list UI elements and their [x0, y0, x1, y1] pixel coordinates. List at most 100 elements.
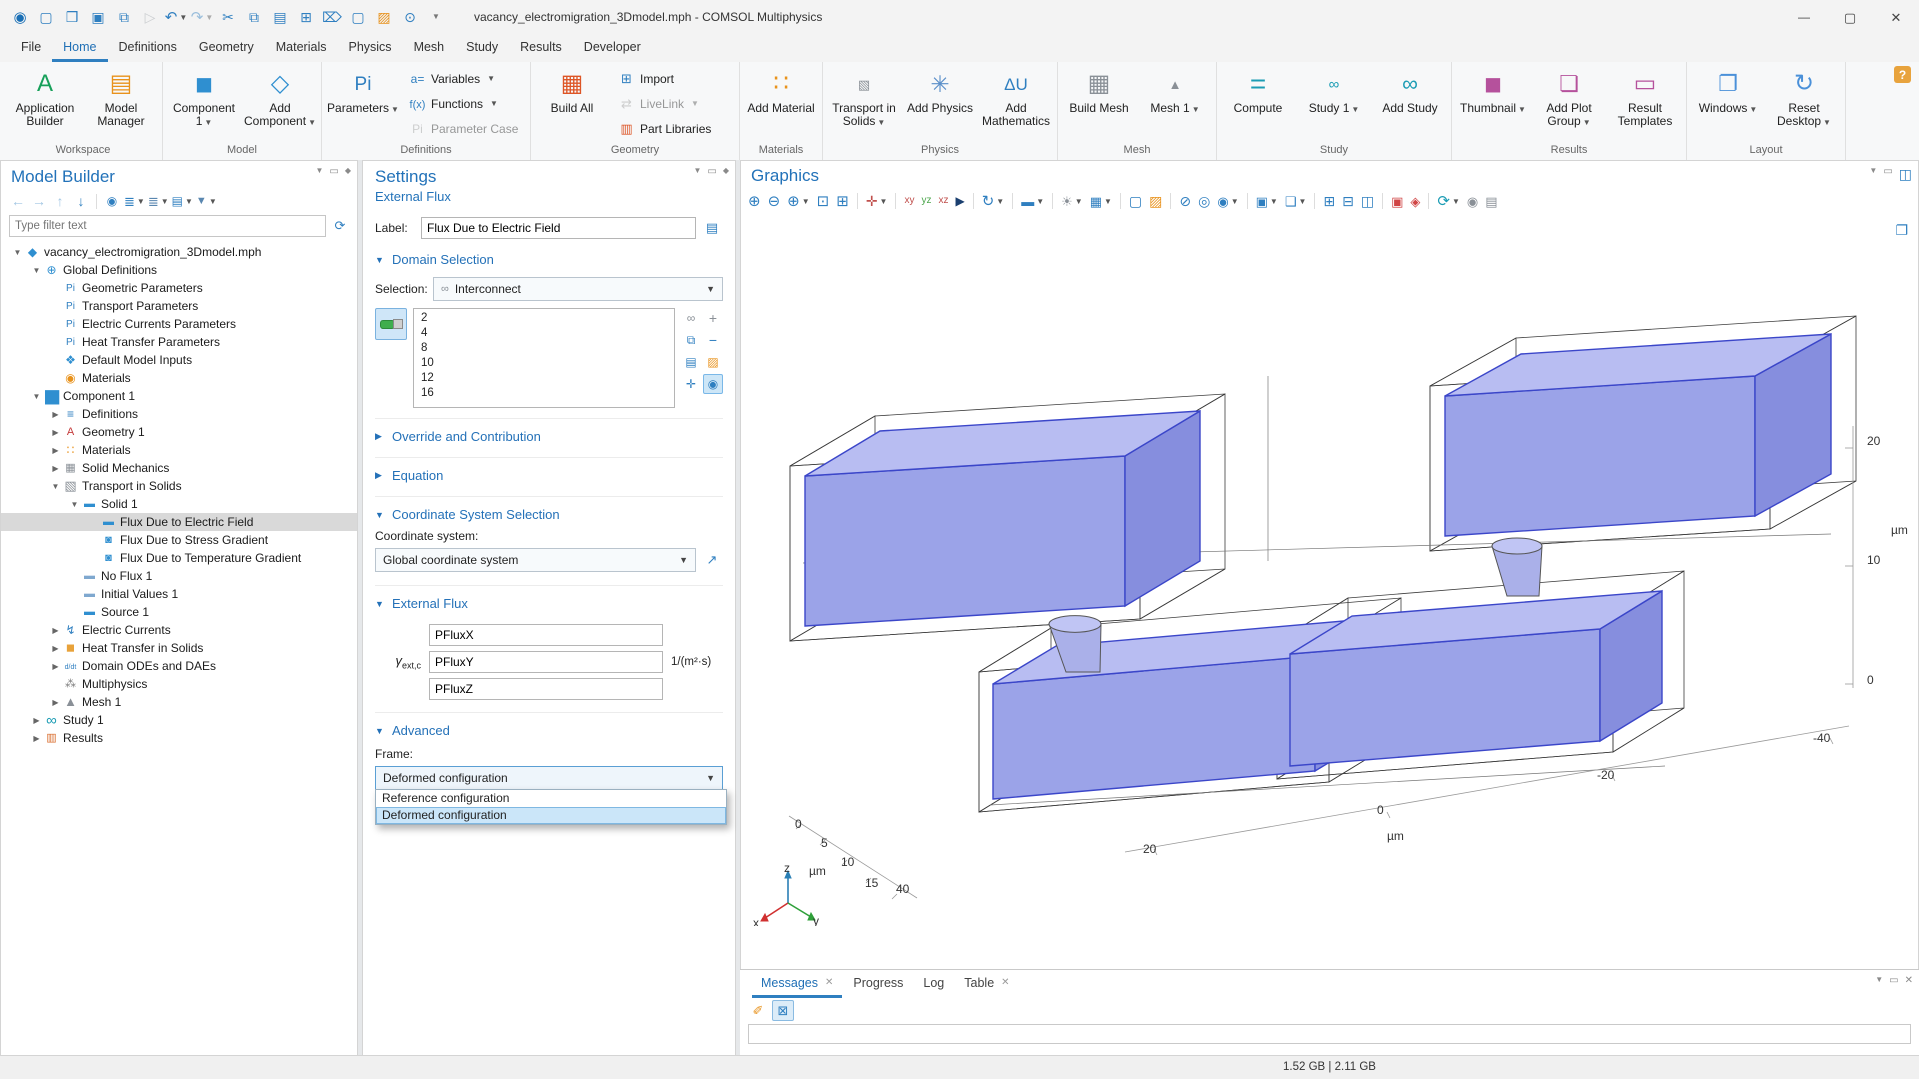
ribbon-button-component-1[interactable]: ◼Component 1▼ [166, 64, 242, 143]
create-selection-button[interactable]: ∞ [681, 308, 701, 328]
frame-combo[interactable]: Deformed configuration ▼ [375, 766, 723, 790]
pin-icon[interactable]: ◆ [723, 167, 729, 177]
expander-closed-icon[interactable]: ▶ [30, 734, 43, 743]
hide-objects-button[interactable]: ⊘ [1176, 191, 1194, 212]
zoom-to-selection-button[interactable]: ✛ [681, 374, 701, 394]
ribbon-button-build-mesh[interactable]: ▦Build Mesh [1061, 64, 1137, 143]
menu-item-file[interactable]: File [10, 35, 52, 62]
nav-back-button[interactable]: ← [9, 191, 27, 211]
remove-selection-button[interactable]: − [703, 330, 723, 350]
tree-item-global-definitions[interactable]: ▼⊕Global Definitions [1, 261, 357, 279]
pin-icon[interactable]: ◆ [345, 167, 351, 177]
flux-field-pfluxx[interactable] [429, 624, 663, 646]
tree-item-geometric-parameters[interactable]: PiGeometric Parameters [1, 279, 357, 297]
save-button[interactable]: ▣ [86, 5, 110, 29]
redo-button[interactable]: ↷▼ [190, 5, 214, 29]
ribbon-button-add-mathematics[interactable]: ΔUAdd Mathematics [978, 64, 1054, 143]
ribbon-button-add-material[interactable]: ∷Add Material [743, 64, 819, 143]
ribbon-button-compute[interactable]: =Compute [1220, 64, 1296, 143]
panel-menu-icon[interactable]: ▼ [1875, 976, 1883, 986]
split-window-icon[interactable]: ◫ [1899, 167, 1912, 181]
zoom-box-button[interactable]: ⊕▼ [784, 191, 813, 212]
expander-closed-icon[interactable]: ▶ [49, 464, 62, 473]
show-message-window-button[interactable]: ⊠ [772, 1000, 794, 1021]
panel-menu-icon[interactable]: ▼ [693, 167, 701, 177]
select-color-button[interactable]: ▣ [1388, 191, 1406, 212]
section-header-advanced[interactable]: ▼ Advanced [375, 715, 723, 743]
refresh-filter-icon[interactable]: ⟳ [331, 216, 349, 236]
close-tab-icon[interactable]: ✕ [825, 971, 833, 995]
frame-option-reference-configuration[interactable]: Reference configuration [376, 790, 726, 807]
section-header-external-flux[interactable]: ▼ External Flux [375, 588, 723, 616]
deselect-objects-button[interactable]: ▨ [1146, 191, 1165, 212]
menu-item-home[interactable]: Home [52, 35, 107, 62]
flux-field-pfluxy[interactable] [429, 651, 663, 673]
reset-hiding-button[interactable]: ◎ [1195, 191, 1213, 212]
expander-closed-icon[interactable]: ▶ [49, 626, 62, 635]
active-toggle-button[interactable] [375, 308, 407, 340]
tree-item-materials[interactable]: ▶∷Materials [1, 441, 357, 459]
split-window-button[interactable]: ◫ [1358, 191, 1377, 212]
detach-icon[interactable]: ▭ [329, 167, 338, 177]
panel-menu-icon[interactable]: ▼ [1869, 167, 1877, 181]
nav-forward-button[interactable]: → [30, 191, 48, 211]
ribbon-button-import[interactable]: ⊞Import [614, 69, 732, 89]
domain-list-item[interactable]: 2 [414, 311, 674, 326]
add-plot-window-button[interactable]: ⊞ [1320, 191, 1338, 212]
expander-closed-icon[interactable]: ▶ [49, 662, 62, 671]
frame-option-deformed-configuration[interactable]: Deformed configuration [376, 807, 726, 824]
ribbon-button-application-builder[interactable]: AApplication Builder [7, 64, 83, 143]
tree-item-flux-due-to-stress-gradient[interactable]: ◙Flux Due to Stress Gradient [1, 531, 357, 549]
tree-item-transport-parameters[interactable]: PiTransport Parameters [1, 297, 357, 315]
menu-item-developer[interactable]: Developer [573, 35, 652, 62]
clear-selection-button[interactable]: ▨ [372, 5, 396, 29]
ribbon-button-result-templates[interactable]: ▭Result Templates [1607, 64, 1683, 143]
menu-item-geometry[interactable]: Geometry [188, 35, 265, 62]
ribbon-button-add-physics[interactable]: ✳Add Physics [902, 64, 978, 143]
camera-snapshot-button[interactable]: ◉ [1464, 191, 1481, 212]
tree-item-default-model-inputs[interactable]: ❖Default Model Inputs [1, 351, 357, 369]
tree-item-flux-due-to-temperature-gradient[interactable]: ◙Flux Due to Temperature Gradient [1, 549, 357, 567]
section-header-override[interactable]: ▶ Override and Contribution [375, 421, 723, 449]
tree-item-domain-odes-and-daes[interactable]: ▶d/dtDomain ODEs and DAEs [1, 657, 357, 675]
domain-list-item[interactable]: 8 [414, 341, 674, 356]
domain-list-item[interactable]: 10 [414, 356, 674, 371]
open-file-button[interactable]: ❒ [60, 5, 84, 29]
expander-closed-icon[interactable]: ▶ [49, 410, 62, 419]
domain-list-item[interactable]: 12 [414, 371, 674, 386]
scene-camera-button[interactable]: ▶ [952, 191, 967, 212]
help-button[interactable]: ? [1894, 66, 1911, 83]
close-button[interactable]: ✕ [1873, 0, 1919, 34]
menu-item-results[interactable]: Results [509, 35, 573, 62]
move-down-button[interactable]: ↓ [72, 191, 90, 211]
tree-item-flux-due-to-electric-field[interactable]: ▬Flux Due to Electric Field [1, 513, 357, 531]
tree-item-electric-currents[interactable]: ▶↯Electric Currents [1, 621, 357, 639]
tree-item-source-1[interactable]: ▬Source 1 [1, 603, 357, 621]
move-up-button[interactable]: ↑ [51, 191, 69, 211]
add-selection-button[interactable]: + [703, 308, 723, 328]
zoom-selected-button[interactable]: ⊞ [833, 191, 852, 212]
section-header-domain-selection[interactable]: ▼ Domain Selection [375, 244, 723, 272]
tree-item-heat-transfer-parameters[interactable]: PiHeat Transfer Parameters [1, 333, 357, 351]
expander-open-icon[interactable]: ▼ [68, 500, 81, 509]
expander-closed-icon[interactable]: ▶ [49, 446, 62, 455]
detach-icon[interactable]: ▭ [1883, 167, 1892, 181]
ribbon-button-build-all[interactable]: ▦Build All [534, 64, 610, 143]
zoom-extents-button[interactable]: ⊡ [814, 191, 833, 212]
paste-button[interactable]: ▤ [268, 5, 292, 29]
image-snapshot-button[interactable]: ▣▼ [1253, 191, 1281, 212]
run-button[interactable]: ▷ [138, 5, 162, 29]
view-xy-button[interactable]: xy [901, 191, 917, 212]
close-tab-icon[interactable]: ✕ [1905, 976, 1913, 986]
filter-button[interactable]: ▼▼ [196, 191, 217, 211]
detach-icon[interactable]: ▭ [1889, 976, 1898, 986]
expander-open-icon[interactable]: ▼ [30, 266, 43, 275]
section-header-coordinate-system[interactable]: ▼ Coordinate System Selection [375, 499, 723, 527]
copy-button[interactable]: ⧉ [242, 5, 266, 29]
ribbon-button-livelink[interactable]: ⇄LiveLink▼ [614, 94, 732, 114]
rotate-view-button[interactable]: ↻▼ [979, 191, 1008, 212]
select-objects-button[interactable]: ▢ [1126, 191, 1145, 212]
coordinate-system-combo[interactable]: Global coordinate system ▼ [375, 548, 696, 572]
graphics-canvas[interactable]: 20100µm-40-200µm20051015µm40zxy [745, 226, 1919, 926]
tree-item-mesh-1[interactable]: ▶▲Mesh 1 [1, 693, 357, 711]
